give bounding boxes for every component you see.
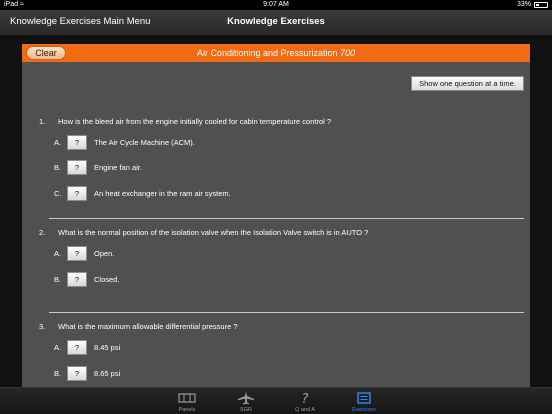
question-text: What is the normal position of the isola… — [58, 228, 369, 237]
reveal-answer-button[interactable]: ? — [67, 135, 87, 150]
reveal-answer-button[interactable]: ? — [67, 340, 87, 355]
main-area: Clear Air Conditioning and Pressurizatio… — [0, 36, 552, 387]
reveal-answer-button[interactable]: ? — [67, 186, 87, 201]
question-number: 3. — [39, 322, 46, 331]
answer-text: Open. — [94, 249, 115, 258]
status-bar: iPad ≈ 9:07 AM 33% — [0, 0, 552, 10]
question-divider — [49, 312, 524, 313]
answer-text: Closed. — [94, 275, 120, 284]
panels-icon — [178, 393, 196, 403]
answer-letter: A. — [54, 249, 62, 258]
exercises-icon — [357, 392, 371, 404]
answer-1c: C. ? An heat exchanger in the ram air sy… — [22, 186, 530, 201]
question-divider — [49, 218, 524, 219]
answer-letter: A. — [54, 138, 62, 147]
tab-panels[interactable]: Panels — [157, 388, 217, 414]
question-icon: ? — [302, 392, 309, 405]
tab-sgr[interactable]: SGR — [216, 388, 276, 414]
answer-letter: C. — [54, 189, 62, 198]
answer-text: The Air Cycle Machine (ACM). — [94, 138, 195, 147]
show-one-question-button[interactable]: Show one question at a time. — [411, 76, 524, 91]
answer-2b: B. ? Closed. — [22, 272, 530, 287]
answer-letter: B. — [54, 369, 62, 378]
nav-bar: Knowledge Exercises Main Menu Knowledge … — [0, 10, 552, 36]
reveal-answer-button[interactable]: ? — [67, 366, 87, 381]
answer-letter: B. — [54, 163, 62, 172]
tab-bar: Panels SGR ? Q and A Exercises — [0, 387, 552, 414]
question-text: How is the bleed air from the engine ini… — [58, 117, 332, 126]
svg-text:?: ? — [302, 392, 309, 405]
answer-2a: A. ? Open. — [22, 246, 530, 261]
panel-title-number: 700 — [340, 48, 356, 58]
answer-text: 8.45 psi — [94, 343, 121, 352]
status-time: 9:07 AM — [263, 1, 289, 8]
question-text: What is the maximum allowable differenti… — [58, 322, 238, 331]
answer-letter: A. — [54, 343, 62, 352]
tab-label: Exercises — [352, 407, 376, 413]
answer-1b: B. ? Engine fan air. — [22, 160, 530, 175]
answer-text: An heat exchanger in the ram air system. — [94, 189, 231, 198]
tab-label: Panels — [178, 407, 196, 413]
answer-text: Engine fan air. — [94, 163, 142, 172]
exercise-panel: Clear Air Conditioning and Pressurizatio… — [22, 44, 530, 387]
answer-text: 8.65 psi — [94, 369, 121, 378]
battery-icon — [534, 2, 548, 8]
clear-button[interactable]: Clear — [26, 46, 66, 60]
tab-q-and-a[interactable]: ? Q and A — [275, 388, 335, 414]
back-button[interactable]: Knowledge Exercises Main Menu — [10, 10, 150, 34]
battery-percent: 33% — [516, 1, 531, 8]
answer-3b: B. ? 8.65 psi — [22, 366, 530, 381]
tab-label: Q and A — [295, 407, 315, 413]
answer-1a: A. ? The Air Cycle Machine (ACM). — [22, 135, 530, 150]
reveal-answer-button[interactable]: ? — [67, 246, 87, 261]
panel-title-text: Air Conditioning and Pressurization — [196, 48, 338, 58]
reveal-answer-button[interactable]: ? — [67, 160, 87, 175]
question-number: 1. — [39, 117, 46, 126]
status-battery: 33% — [517, 0, 548, 10]
panel-title: Air Conditioning and Pressurization 700 — [22, 44, 530, 62]
airplane-icon — [238, 391, 254, 405]
tab-exercises[interactable]: Exercises — [334, 388, 394, 414]
answer-3a: A. ? 8.45 psi — [22, 340, 530, 355]
question-number: 2. — [39, 228, 46, 237]
answer-letter: B. — [54, 275, 62, 284]
panel-title-bar: Clear Air Conditioning and Pressurizatio… — [22, 44, 530, 62]
reveal-answer-button[interactable]: ? — [67, 272, 87, 287]
tab-label: SGR — [240, 407, 252, 413]
